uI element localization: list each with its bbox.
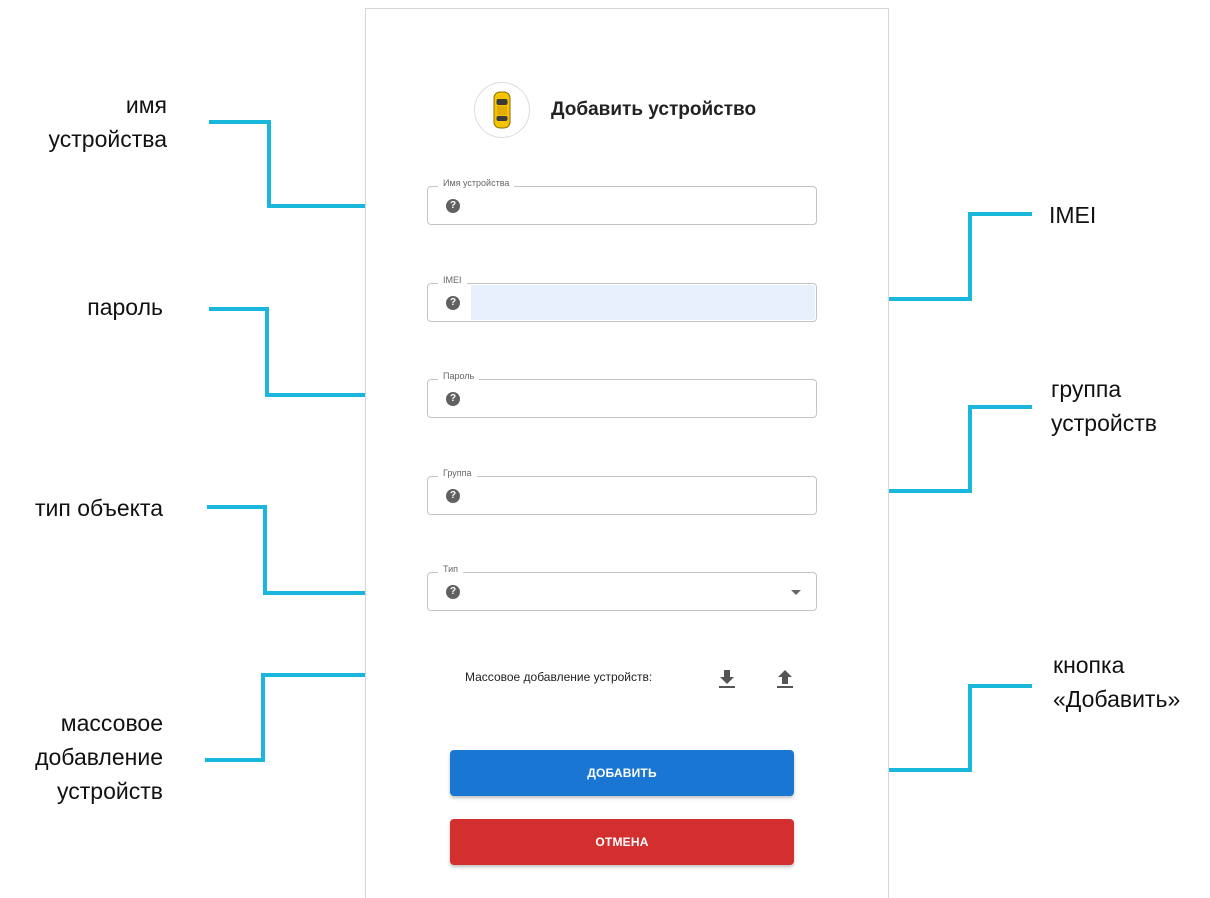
help-icon[interactable]: ? — [446, 489, 460, 503]
device-name-label: Имя устройства — [438, 177, 515, 189]
dialog-title: Добавить устройство — [551, 99, 757, 120]
password-field[interactable]: Пароль ? — [427, 370, 817, 418]
callout-line: массовое — [60, 710, 163, 736]
group-field[interactable]: Группа ? — [427, 467, 817, 515]
callout-line: устройства — [48, 126, 168, 152]
callout-bulk-add: массовое добавление устройств — [35, 706, 163, 808]
annotated-screenshot: имя устройства пароль тип объекта массов… — [0, 0, 1210, 898]
chevron-down-icon[interactable] — [791, 590, 801, 595]
cancel-button[interactable]: ОТМЕНА — [450, 819, 794, 865]
callout-line: имя — [125, 92, 167, 118]
callout-imei: IMEI — [1049, 198, 1096, 232]
upload-icon[interactable] — [776, 669, 794, 689]
help-icon[interactable]: ? — [446, 296, 460, 310]
callout-password: пароль — [87, 290, 163, 324]
callout-line: устройств — [57, 778, 163, 804]
download-icon[interactable] — [718, 669, 736, 689]
car-icon — [474, 82, 530, 138]
callout-line: группа — [1051, 376, 1122, 402]
callout-add-button: кнопка «Добавить» — [1053, 648, 1180, 716]
callout-line: «Добавить» — [1053, 686, 1181, 712]
callout-line: кнопка — [1053, 652, 1125, 678]
help-icon[interactable]: ? — [446, 585, 460, 599]
callout-line: тип объекта — [35, 495, 163, 521]
callout-object-type: тип объекта — [35, 491, 163, 525]
bulk-add-label: Массовое добавление устройств: — [465, 670, 653, 684]
type-label: Тип — [438, 563, 464, 575]
callout-device-name: имя устройства — [49, 88, 168, 156]
password-label: Пароль — [438, 370, 480, 382]
callout-line: IMEI — [1049, 202, 1097, 228]
add-button[interactable]: ДОБАВИТЬ — [450, 750, 794, 796]
callout-line: устройств — [1051, 410, 1157, 436]
callout-line: пароль — [87, 294, 163, 320]
callout-line: добавление — [35, 744, 163, 770]
type-select[interactable]: Тип ? — [427, 563, 817, 611]
group-label: Группа — [438, 467, 477, 479]
device-name-field[interactable]: Имя устройства ? — [427, 177, 817, 225]
callout-group: группа устройств — [1051, 372, 1157, 440]
imei-input-autofill[interactable] — [471, 285, 815, 320]
help-icon[interactable]: ? — [446, 392, 460, 406]
help-icon[interactable]: ? — [446, 199, 460, 213]
imei-field[interactable]: IMEI ? — [427, 274, 817, 322]
imei-label: IMEI — [438, 274, 467, 286]
